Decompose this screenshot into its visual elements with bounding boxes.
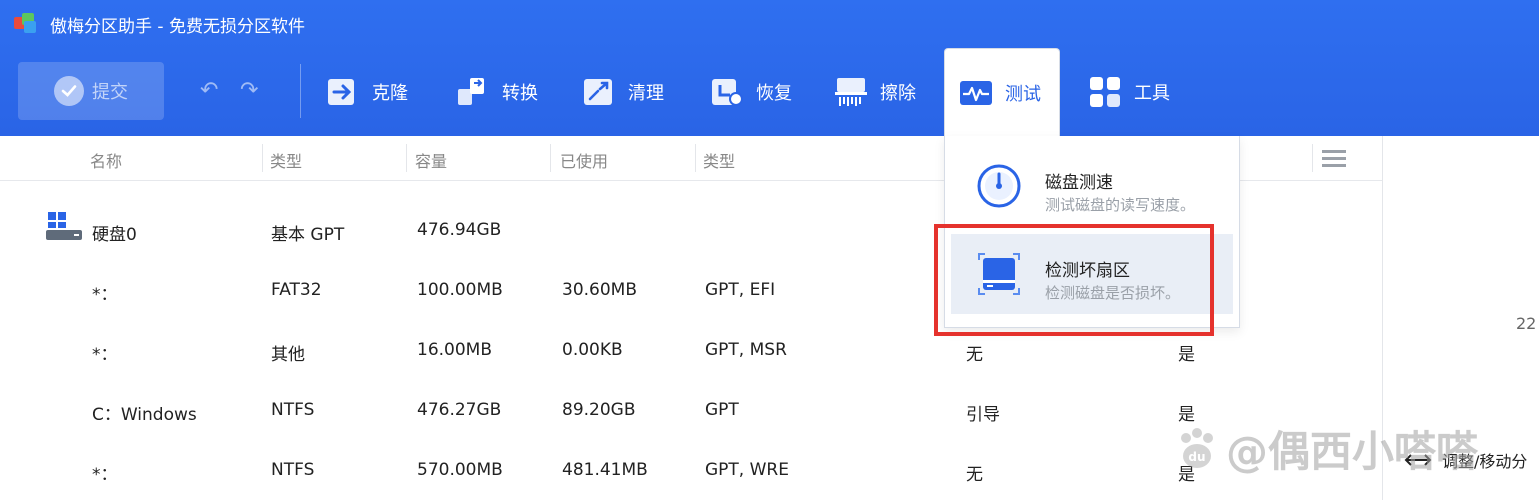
row-fs-type: GPT	[705, 400, 739, 420]
watermark-badge: du	[1188, 450, 1205, 464]
row-capacity: 570.00MB	[417, 460, 503, 480]
redo-icon[interactable]: ↷	[240, 80, 264, 102]
row-name: *：	[92, 465, 118, 485]
row-capacity: 476.94GB	[417, 220, 502, 240]
row-name: *：	[92, 345, 118, 365]
column-divider[interactable]	[1312, 144, 1313, 172]
column-header-name[interactable]: 名称	[90, 148, 122, 172]
toolbar-test-button[interactable]: 测试	[944, 48, 1060, 136]
row-status: 无	[966, 345, 983, 365]
main-toolbar: 提交 ↶ ↷ 克隆 转换 清理 恢复 擦除 测试 工具	[0, 48, 1539, 136]
column-header-type[interactable]: 类型	[270, 148, 302, 172]
row-used: 481.41MB	[562, 460, 648, 480]
app-logo-icon	[14, 13, 36, 33]
row-capacity: 476.27GB	[417, 400, 502, 420]
check-icon	[54, 76, 84, 106]
column-settings-icon[interactable]	[1322, 150, 1346, 168]
submit-label: 提交	[92, 82, 128, 103]
right-panel-number: 22	[1516, 314, 1537, 333]
highlight-annotation-box	[934, 224, 1214, 336]
row-used: 0.00KB	[562, 340, 623, 360]
paw-logo-icon: du	[1181, 427, 1213, 468]
column-header-used[interactable]: 已使用	[560, 148, 608, 172]
toolbar-tools-button[interactable]: 工具	[1088, 72, 1170, 112]
column-divider[interactable]	[406, 144, 407, 172]
menu-item-title: 磁盘测速	[1045, 173, 1113, 193]
row-flag: 是	[1178, 345, 1195, 365]
undo-icon[interactable]: ↶	[200, 80, 224, 102]
menu-item-disk-speed-test[interactable]: 磁盘测速 测试磁盘的读写速度。	[951, 146, 1233, 226]
watermark: du @偶西小嗒嗒	[1174, 418, 1478, 479]
row-fs-type: GPT, MSR	[705, 340, 787, 360]
toolbar-divider	[300, 64, 301, 118]
toolbar-test-label: 测试	[1005, 83, 1041, 105]
speedometer-icon	[977, 164, 1021, 208]
window-title: 傲梅分区助手 - 免费无损分区软件	[50, 17, 305, 37]
column-divider[interactable]	[550, 144, 551, 172]
row-type: NTFS	[271, 460, 315, 480]
pulse-icon	[960, 80, 992, 105]
menu-item-description: 测试磁盘的读写速度。	[1045, 196, 1196, 214]
column-divider[interactable]	[262, 144, 263, 172]
toolbar-clone-label: 克隆	[372, 83, 408, 104]
column-header-fs-type[interactable]: 类型	[703, 148, 735, 172]
column-header-capacity[interactable]: 容量	[415, 148, 447, 172]
wipe-icon	[835, 78, 867, 106]
watermark-text: @偶西小嗒嗒	[1226, 427, 1479, 476]
toolbar-clean-label: 清理	[628, 83, 664, 104]
toolbar-clone-button[interactable]: 克隆	[326, 72, 408, 112]
toolbar-convert-button[interactable]: 转换	[456, 72, 538, 112]
submit-button[interactable]: 提交	[18, 62, 164, 120]
column-divider[interactable]	[695, 144, 696, 172]
clone-icon	[328, 79, 354, 105]
row-type: FAT32	[271, 280, 322, 300]
row-type: 其他	[271, 345, 305, 365]
convert-icon	[458, 78, 484, 105]
toolbar-clean-button[interactable]: 清理	[582, 72, 664, 112]
row-type: 基本 GPT	[271, 225, 345, 245]
grid-icon	[1090, 77, 1120, 107]
app-header: 傲梅分区助手 - 免费无损分区软件 提交 ↶ ↷ 克隆 转换 清理 恢复 擦除 …	[0, 0, 1539, 136]
row-capacity: 100.00MB	[417, 280, 503, 300]
row-status: 无	[966, 465, 983, 485]
recover-icon	[712, 79, 743, 106]
row-fs-type: GPT, WRE	[705, 460, 789, 480]
toolbar-convert-label: 转换	[502, 83, 538, 104]
clean-icon	[584, 79, 612, 105]
row-used: 30.60MB	[562, 280, 637, 300]
row-capacity: 16.00MB	[417, 340, 492, 360]
toolbar-recover-label: 恢复	[756, 83, 792, 104]
title-bar: 傲梅分区助手 - 免费无损分区软件	[0, 0, 1539, 46]
toolbar-wipe-label: 擦除	[880, 83, 916, 104]
toolbar-recover-button[interactable]: 恢复	[710, 72, 792, 112]
toolbar-tools-label: 工具	[1134, 83, 1170, 104]
row-used: 89.20GB	[562, 400, 636, 420]
row-name: *：	[92, 285, 118, 305]
row-status: 引导	[966, 405, 1000, 425]
row-name: 硬盘0	[92, 225, 137, 245]
row-type: NTFS	[271, 400, 315, 420]
disk-icon	[46, 212, 82, 240]
toolbar-wipe-button[interactable]: 擦除	[834, 72, 916, 112]
row-name: C：Windows	[92, 405, 197, 425]
row-fs-type: GPT, EFI	[705, 280, 776, 300]
